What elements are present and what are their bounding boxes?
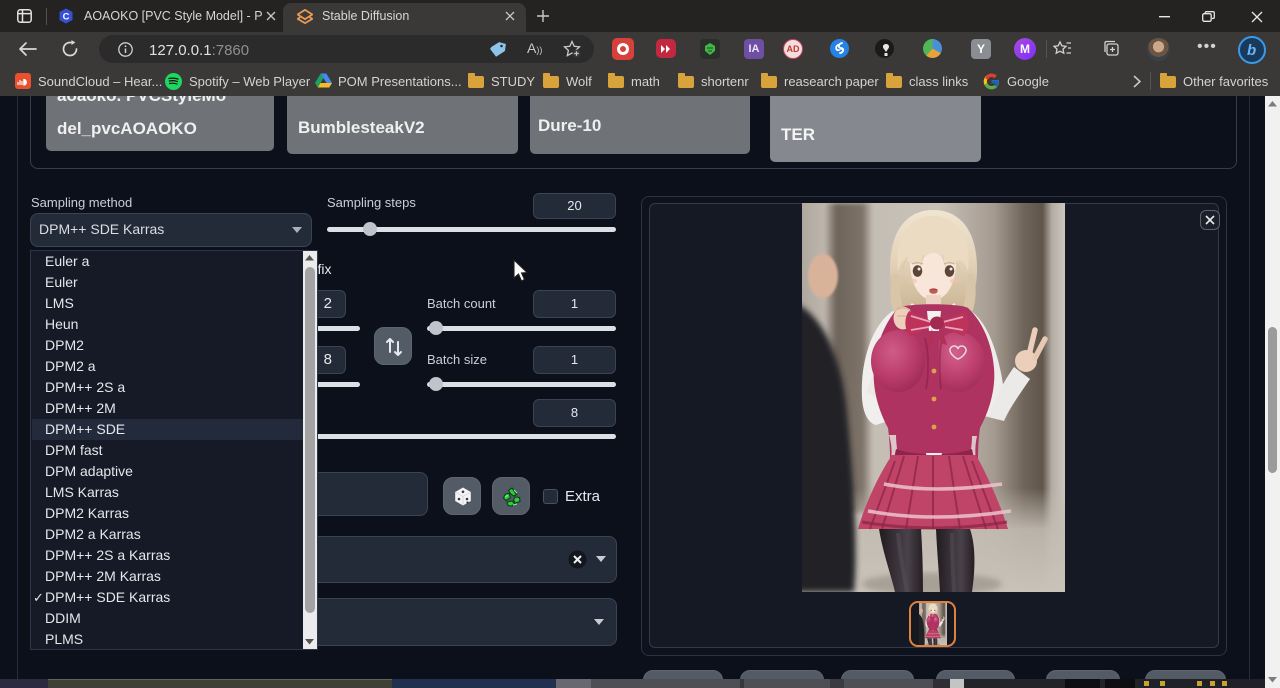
svg-text:C: C <box>63 12 70 23</box>
